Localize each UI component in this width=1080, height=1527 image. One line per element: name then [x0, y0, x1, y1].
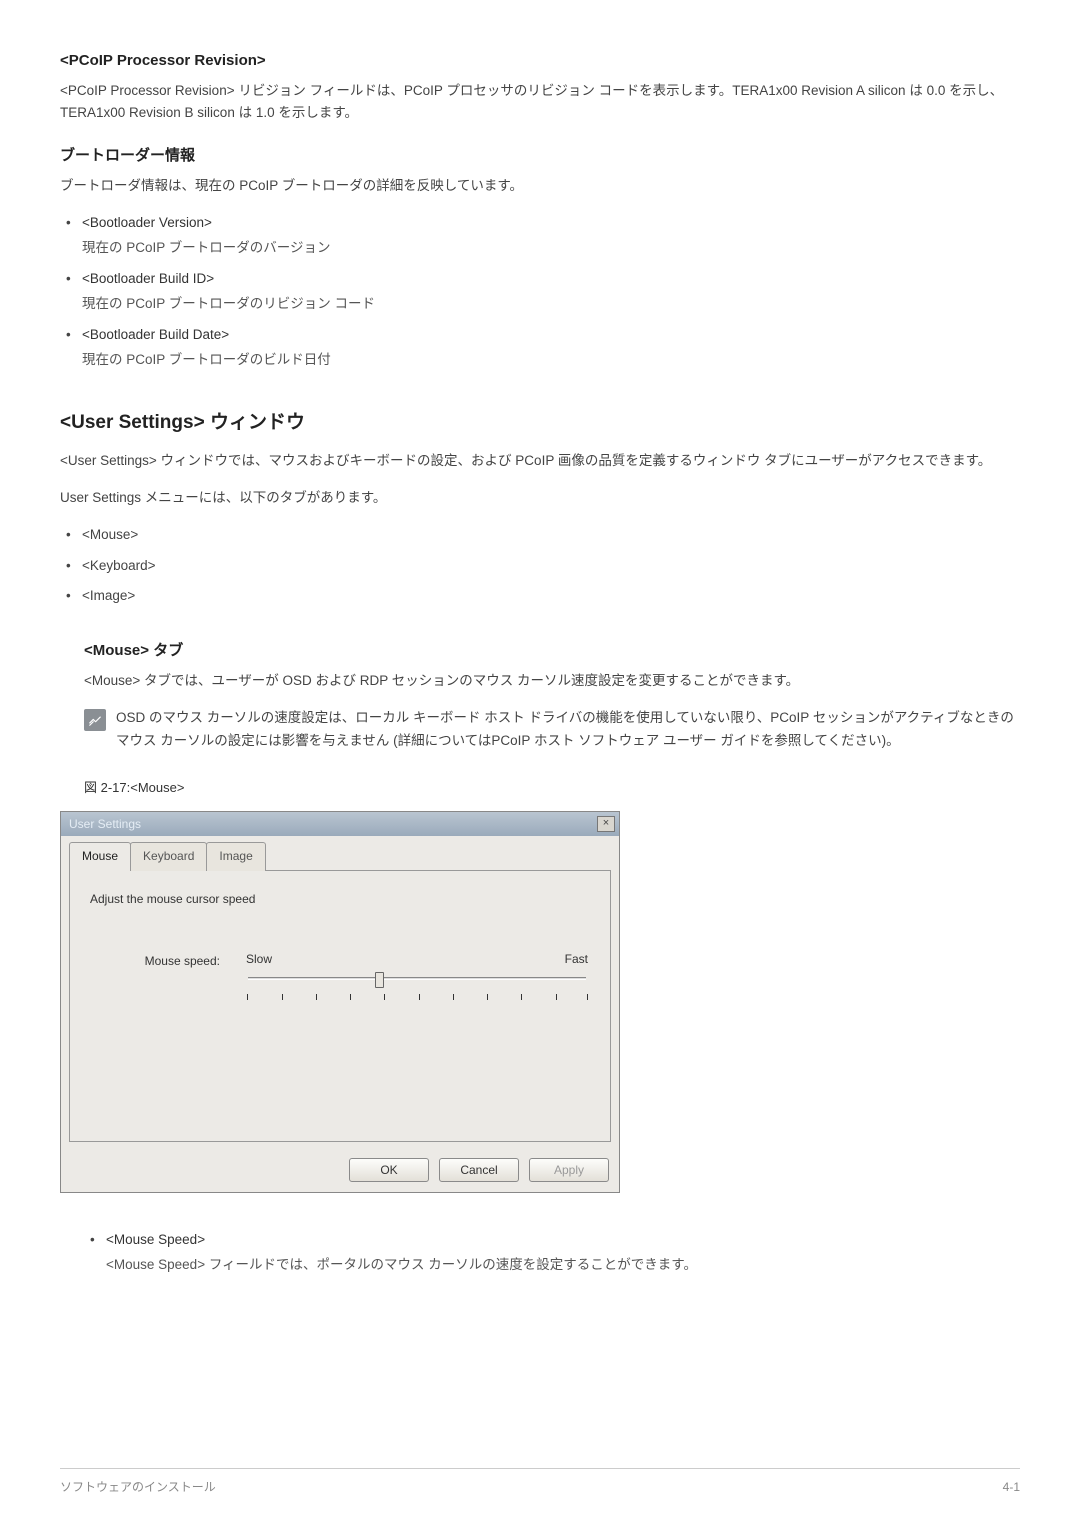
tab-image[interactable]: Image: [206, 842, 265, 870]
mouse-speed-item: <Mouse Speed> <Mouse Speed> フィールドでは、ポータル…: [88, 1229, 1020, 1277]
processor-revision-heading: <PCoIP Processor Revision>: [60, 48, 1020, 74]
window-title-text: User Settings: [69, 814, 141, 834]
bootloader-item: <Bootloader Build ID> 現在の PCoIP ブートローダのリ…: [64, 268, 1020, 316]
tab-mouse[interactable]: Mouse: [69, 842, 131, 870]
slider-fast-label: Fast: [565, 949, 588, 969]
mouse-speed-slider[interactable]: [244, 974, 590, 992]
tab-name: <Mouse>: [82, 527, 138, 542]
list-item: <Mouse>: [64, 524, 1020, 547]
window-titlebar: User Settings ×: [61, 812, 619, 836]
slider-track-line: [248, 977, 586, 980]
tab-name: <Keyboard>: [82, 558, 156, 573]
bootloader-item-label: <Bootloader Build ID>: [82, 271, 214, 286]
mouse-tab-panel: Adjust the mouse cursor speed Mouse spee…: [69, 870, 611, 1142]
figure-caption: 図 2-17:<Mouse>: [84, 777, 1020, 799]
ok-button[interactable]: OK: [349, 1158, 429, 1182]
mouse-tab-lead: <Mouse> タブでは、ユーザーが OSD および RDP セッションのマウス…: [84, 670, 1020, 693]
tabs-row: Mouse Keyboard Image: [61, 836, 619, 870]
bootloader-heading: ブートローダー情報: [60, 143, 1020, 169]
bootloader-lead: ブートローダ情報は、現在の PCoIP ブートローダの詳細を反映しています。: [60, 175, 1020, 198]
mouse-speed-item-label: <Mouse Speed>: [106, 1232, 205, 1247]
mouse-speed-item-desc: <Mouse Speed> フィールドでは、ポータルのマウス カーソルの速度を設…: [106, 1254, 1020, 1277]
mouse-tab-heading: <Mouse> タブ: [84, 638, 1020, 664]
dialog-button-row: OK Cancel Apply: [61, 1150, 619, 1192]
page-footer: ソフトウェアのインストール 4-1: [60, 1468, 1020, 1497]
close-icon: ×: [603, 818, 609, 829]
user-settings-tabs-list: <Mouse> <Keyboard> <Image>: [60, 524, 1020, 609]
bootloader-item-label: <Bootloader Build Date>: [82, 327, 229, 342]
footer-left: ソフトウェアのインストール: [60, 1477, 216, 1497]
tab-name: <Image>: [82, 588, 135, 603]
tab-keyboard[interactable]: Keyboard: [130, 842, 207, 870]
apply-button[interactable]: Apply: [529, 1158, 609, 1182]
processor-revision-body: <PCoIP Processor Revision> リビジョン フィールドは、…: [60, 80, 1020, 126]
list-item: <Image>: [64, 585, 1020, 608]
panel-heading: Adjust the mouse cursor speed: [90, 889, 590, 909]
bootloader-item: <Bootloader Version> 現在の PCoIP ブートローダのバー…: [64, 212, 1020, 260]
user-settings-window: User Settings × Mouse Keyboard Image Adj…: [60, 811, 620, 1193]
bootloader-item-desc: 現在の PCoIP ブートローダのビルド日付: [82, 349, 1020, 372]
note-block: OSD のマウス カーソルの速度設定は、ローカル キーボード ホスト ドライバの…: [84, 707, 1020, 753]
close-button[interactable]: ×: [597, 816, 615, 832]
list-item: <Keyboard>: [64, 555, 1020, 578]
slider-ticks: [244, 994, 590, 1004]
bootloader-item-desc: 現在の PCoIP ブートローダのリビジョン コード: [82, 293, 1020, 316]
footer-right: 4-1: [1003, 1477, 1020, 1497]
bootloader-items-list: <Bootloader Version> 現在の PCoIP ブートローダのバー…: [60, 212, 1020, 372]
bootloader-item: <Bootloader Build Date> 現在の PCoIP ブートローダ…: [64, 324, 1020, 372]
mouse-speed-list: <Mouse Speed> <Mouse Speed> フィールドでは、ポータル…: [84, 1229, 1020, 1277]
user-settings-heading: <User Settings> ウィンドウ: [60, 407, 1020, 439]
slider-thumb[interactable]: [375, 972, 384, 988]
bootloader-item-desc: 現在の PCoIP ブートローダのバージョン: [82, 237, 1020, 260]
bootloader-item-label: <Bootloader Version>: [82, 215, 212, 230]
user-settings-p1: <User Settings> ウィンドウでは、マウスおよびキーボードの設定、お…: [60, 450, 1020, 473]
slider-end-labels: Slow Fast: [244, 949, 590, 969]
slider-slow-label: Slow: [246, 949, 272, 969]
note-text: OSD のマウス カーソルの速度設定は、ローカル キーボード ホスト ドライバの…: [116, 707, 1020, 753]
user-settings-p2: User Settings メニューには、以下のタブがあります。: [60, 487, 1020, 510]
mouse-speed-row: Mouse speed: Slow Fast: [90, 949, 590, 1003]
mouse-speed-label: Mouse speed:: [120, 949, 220, 971]
cancel-button[interactable]: Cancel: [439, 1158, 519, 1182]
mouse-speed-slider-wrap: Slow Fast: [244, 949, 590, 1003]
note-icon: [84, 709, 106, 731]
